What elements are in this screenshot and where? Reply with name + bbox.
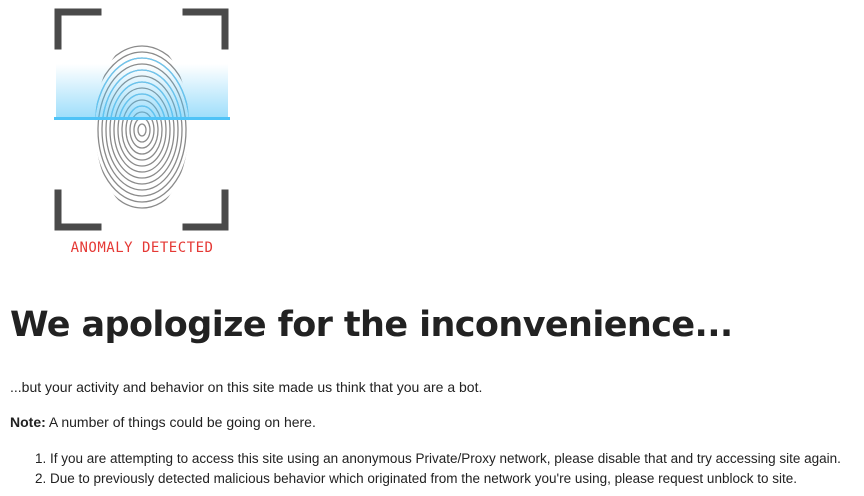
note-paragraph: Note: A number of things could be going … [10, 414, 316, 430]
intro-text: ...but your activity and behavior on thi… [10, 379, 483, 395]
anomaly-detected-logo: ANOMALY DETECTED [54, 8, 230, 258]
logo-caption: ANOMALY DETECTED [70, 240, 214, 256]
note-label: Note: [10, 414, 46, 430]
reasons-list: If you are attempting to access this sit… [26, 449, 841, 489]
note-text: A number of things could be going on her… [45, 414, 316, 430]
list-item: If you are attempting to access this sit… [50, 449, 841, 469]
list-item: Due to previously detected malicious beh… [50, 469, 841, 489]
fingerprint-scan-icon [54, 8, 230, 231]
page-title: We apologize for the inconvenience... [10, 305, 733, 345]
